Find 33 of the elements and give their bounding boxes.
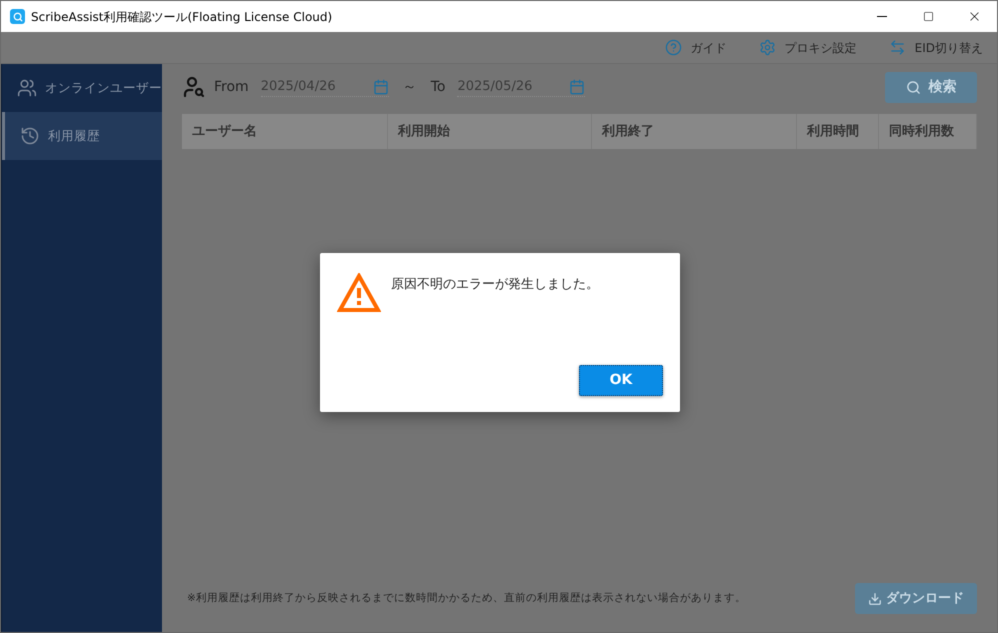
column-header: 利用時間 (797, 114, 879, 149)
window-title: ScribeAssist利用確認ツール(Floating License Cloud) (31, 8, 332, 26)
search-icon (906, 80, 920, 94)
toolbar-button[interactable]: EID切り替え (888, 38, 983, 56)
download-icon (868, 592, 882, 606)
sidebar-item[interactable]: 利用履歴 (2, 112, 162, 160)
range-separator: ～ (402, 78, 417, 96)
history-note: ※利用履歴は利用終了から反映されるまでに数時間かかるため、直前の利用履歴は表示されない場合があります。 (187, 590, 746, 606)
column-header: 利用開始 (388, 114, 592, 149)
error-message: 原因不明のエラーが発生しました。 (391, 276, 599, 294)
calendar-icon[interactable] (372, 78, 389, 94)
from-date-field[interactable]: 2025/04/26 (260, 76, 361, 96)
column-header: 利用終了 (592, 114, 797, 149)
help-icon (664, 39, 682, 56)
settings-icon (758, 39, 776, 56)
to-date-field[interactable]: 2025/05/26 (457, 76, 558, 96)
maximize-icon (922, 11, 934, 22)
minimize-icon (877, 16, 887, 17)
toolbar-button[interactable]: ガイド (664, 38, 727, 56)
column-header: 同時利用数 (879, 114, 977, 149)
column-header: ユーザー名 (182, 114, 388, 149)
to-label: To (430, 78, 446, 96)
sidebar-item[interactable]: オンラインユーザー (2, 64, 162, 112)
history-clock-icon (20, 126, 40, 146)
users-icon (17, 78, 37, 98)
user-search-icon (182, 75, 206, 99)
ok-button[interactable]: OK (579, 365, 663, 396)
warning-icon (337, 273, 381, 313)
calendar-icon[interactable] (569, 78, 586, 94)
from-label: From (214, 78, 249, 96)
app-logo-icon (10, 9, 25, 24)
swap-arrows-icon (888, 39, 906, 56)
toolbar-button[interactable]: プロキシ設定 (758, 38, 857, 56)
